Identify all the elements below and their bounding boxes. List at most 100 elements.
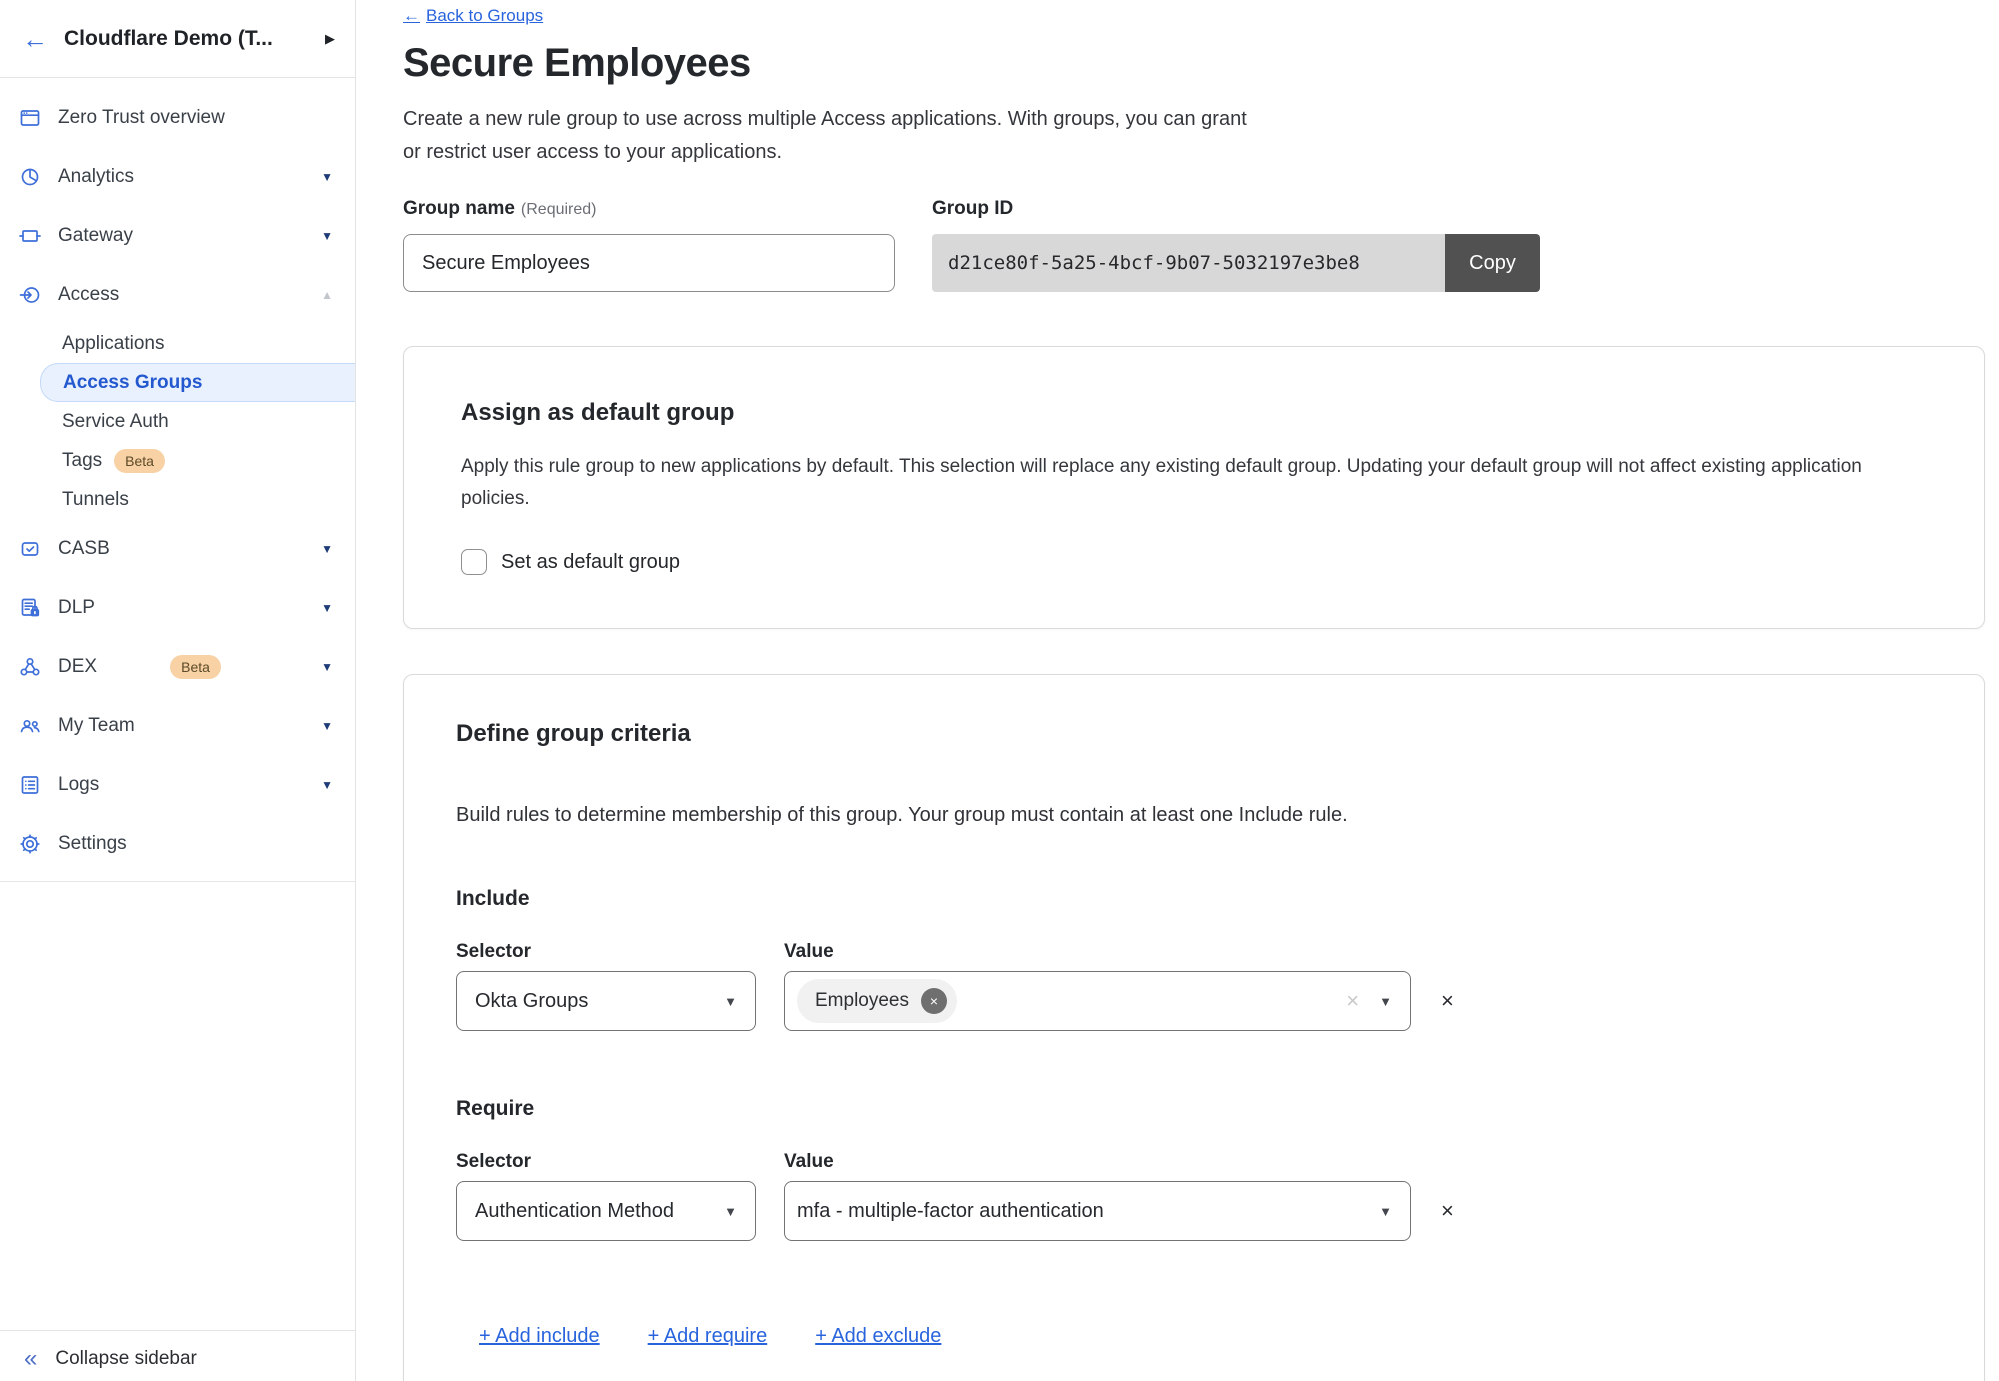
set-default-group-row[interactable]: Set as default group	[461, 549, 1924, 575]
sidebar-item-applications[interactable]: Applications	[0, 324, 355, 363]
sidebar-item-access-groups[interactable]: Access Groups	[40, 363, 355, 402]
group-name-label-row: Group name (Required)	[403, 198, 895, 220]
back-link-label: Back to Groups	[426, 6, 543, 26]
require-value-text: mfa - multiple-factor authentication	[797, 1200, 1379, 1223]
sidebar-item-my-team[interactable]: My Team ▼	[0, 696, 355, 755]
sidebar-item-label: Gateway	[58, 225, 321, 247]
chevron-down-icon: ▼	[1379, 994, 1392, 1009]
add-include-link[interactable]: + Add include	[479, 1325, 600, 1348]
required-hint: (Required)	[521, 201, 597, 218]
chevron-down-icon: ▼	[1379, 1204, 1392, 1219]
group-name-input[interactable]	[403, 234, 895, 292]
collapse-sidebar-button[interactable]: « Collapse sidebar	[0, 1330, 355, 1381]
sidebar-item-service-auth[interactable]: Service Auth	[0, 402, 355, 441]
employees-tag: Employees ×	[797, 979, 957, 1023]
group-name-label: Group name	[403, 198, 515, 219]
require-section-title: Require	[456, 1097, 1924, 1121]
sidebar-item-label: Service Auth	[62, 411, 169, 433]
require-value-label: Value	[784, 1151, 834, 1173]
chevron-down-icon[interactable]: ▼	[321, 170, 333, 184]
require-value-dropdown[interactable]: mfa - multiple-factor authentication ▼	[784, 1181, 1411, 1241]
set-default-group-checkbox[interactable]	[461, 549, 487, 575]
add-exclude-link[interactable]: + Add exclude	[815, 1325, 941, 1348]
sidebar-divider	[0, 881, 355, 882]
sidebar-item-tags[interactable]: Tags Beta	[0, 441, 355, 480]
assign-default-group-title: Assign as default group	[461, 399, 1924, 427]
include-labels-row: Selector Value	[456, 941, 1924, 963]
include-value-multiselect[interactable]: Employees × × ▼	[784, 971, 1411, 1031]
include-section-title: Include	[456, 887, 1924, 911]
access-icon	[18, 283, 42, 307]
sidebar-item-label: Applications	[62, 333, 164, 355]
sidebar-item-settings[interactable]: Settings	[0, 814, 355, 873]
chevron-down-icon[interactable]: ▼	[321, 601, 333, 615]
assign-default-group-description: Apply this rule group to new application…	[461, 451, 1876, 515]
sidebar-account-header[interactable]: ← Cloudflare Demo (T... ▶	[0, 0, 355, 78]
chevron-up-icon[interactable]: ▲	[321, 288, 333, 302]
page-description-line: Create a new rule group to use across mu…	[403, 103, 1985, 136]
sidebar-item-label: CASB	[58, 538, 321, 560]
main-content: ← Back to Groups Secure Employees Create…	[356, 0, 1999, 1381]
require-selector-dropdown[interactable]: Authentication Method ▼	[456, 1181, 756, 1241]
add-rule-links: + Add include + Add require + Add exclud…	[479, 1325, 1924, 1348]
include-value-label: Value	[784, 941, 834, 963]
sidebar-item-logs[interactable]: Logs ▼	[0, 755, 355, 814]
back-to-groups-link[interactable]: ← Back to Groups	[403, 6, 543, 26]
chevron-down-icon[interactable]: ▼	[321, 229, 333, 243]
sidebar-item-analytics[interactable]: Analytics ▼	[0, 147, 355, 206]
chevron-down-icon[interactable]: ▼	[321, 542, 333, 556]
sidebar-item-access[interactable]: Access ▲	[0, 265, 355, 324]
add-require-link[interactable]: + Add require	[648, 1325, 768, 1348]
require-labels-row: Selector Value	[456, 1151, 1924, 1173]
gear-icon	[18, 832, 42, 856]
require-rule-row: Authentication Method ▼ mfa - multiple-f…	[456, 1181, 1924, 1241]
chevron-down-icon[interactable]: ▼	[321, 719, 333, 733]
overview-window-icon	[18, 106, 42, 130]
chevron-down-icon[interactable]: ▼	[321, 778, 333, 792]
sidebar-item-gateway[interactable]: Gateway ▼	[0, 206, 355, 265]
back-arrow-icon: ←	[403, 6, 420, 26]
app-window: ← Cloudflare Demo (T... ▶ Zero Trust ove…	[0, 0, 1999, 1381]
sidebar-item-casb[interactable]: CASB ▼	[0, 519, 355, 578]
beta-badge: Beta	[170, 655, 221, 679]
remove-include-rule-icon[interactable]: ×	[1441, 990, 1454, 1012]
sidebar-item-label: Access Groups	[63, 372, 202, 394]
sidebar-item-dlp[interactable]: DLP ▼	[0, 578, 355, 637]
tag-remove-icon[interactable]: ×	[921, 988, 947, 1014]
sidebar-item-label: Logs	[58, 774, 321, 796]
require-selector-value: Authentication Method	[475, 1200, 674, 1223]
employees-tag-label: Employees	[815, 990, 909, 1012]
include-selector-dropdown[interactable]: Okta Groups ▼	[456, 971, 756, 1031]
sidebar-item-dex[interactable]: DEX Beta ▼	[0, 637, 355, 696]
chevron-down-icon[interactable]: ▼	[321, 660, 333, 674]
sidebar-item-label: Settings	[58, 833, 333, 855]
page-description-line: or restrict user access to your applicat…	[403, 136, 1985, 169]
sidebar-item-tunnels[interactable]: Tunnels	[0, 480, 355, 519]
group-id-field-group: Group ID d21ce80f-5a25-4bcf-9b07-5032197…	[932, 198, 1540, 292]
gateway-icon	[18, 224, 42, 248]
sidebar-item-label: DEX	[58, 656, 158, 678]
clear-values-icon[interactable]: ×	[1346, 988, 1359, 1014]
define-group-criteria-title: Define group criteria	[456, 720, 1924, 748]
remove-require-rule-icon[interactable]: ×	[1441, 1200, 1454, 1222]
group-id-box: d21ce80f-5a25-4bcf-9b07-5032197e3be8 Cop…	[932, 234, 1540, 292]
account-caret-icon[interactable]: ▶	[325, 31, 335, 47]
require-selector-label: Selector	[456, 1151, 784, 1173]
sidebar: ← Cloudflare Demo (T... ▶ Zero Trust ove…	[0, 0, 356, 1381]
copy-button[interactable]: Copy	[1445, 234, 1540, 292]
group-id-value: d21ce80f-5a25-4bcf-9b07-5032197e3be8	[932, 234, 1445, 292]
collapse-sidebar-label: Collapse sidebar	[55, 1348, 197, 1370]
include-rule-row: Okta Groups ▼ Employees × × ▼ ×	[456, 971, 1924, 1031]
dex-network-icon	[18, 655, 42, 679]
define-group-criteria-card: Define group criteria Build rules to det…	[403, 674, 1985, 1381]
group-name-id-row: Group name (Required) Group ID d21ce80f-5…	[403, 198, 1985, 292]
account-title: Cloudflare Demo (T...	[64, 27, 325, 51]
beta-badge: Beta	[114, 449, 165, 473]
set-default-group-label: Set as default group	[501, 551, 680, 574]
define-group-criteria-description: Build rules to determine membership of t…	[456, 804, 1924, 827]
include-selector-label: Selector	[456, 941, 784, 963]
sidebar-item-label: Analytics	[58, 166, 321, 188]
sidebar-item-zero-trust-overview[interactable]: Zero Trust overview	[0, 88, 355, 147]
back-arrow-icon[interactable]: ←	[22, 26, 48, 52]
sidebar-item-label: Zero Trust overview	[58, 107, 333, 129]
